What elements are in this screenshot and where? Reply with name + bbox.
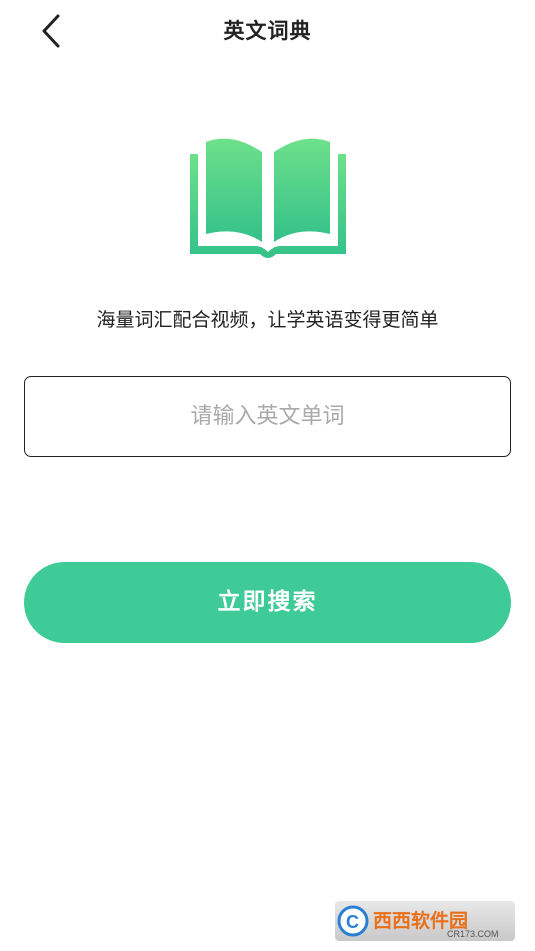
word-search-input[interactable] (25, 377, 510, 456)
tagline: 海量词汇配合视频，让学英语变得更简单 (96, 309, 439, 331)
watermark-subtext: CR173.COM (447, 929, 499, 939)
page-title: 英文词典 (223, 19, 312, 43)
header-bar: 英文词典 (0, 0, 535, 62)
search-now-button[interactable]: 立即搜索 (24, 562, 511, 643)
svg-text:C: C (346, 912, 359, 932)
open-book-icon (190, 138, 346, 258)
site-watermark-logo: C 西西软件园 CR173.COM (335, 901, 515, 941)
search-field-container[interactable] (24, 376, 511, 457)
